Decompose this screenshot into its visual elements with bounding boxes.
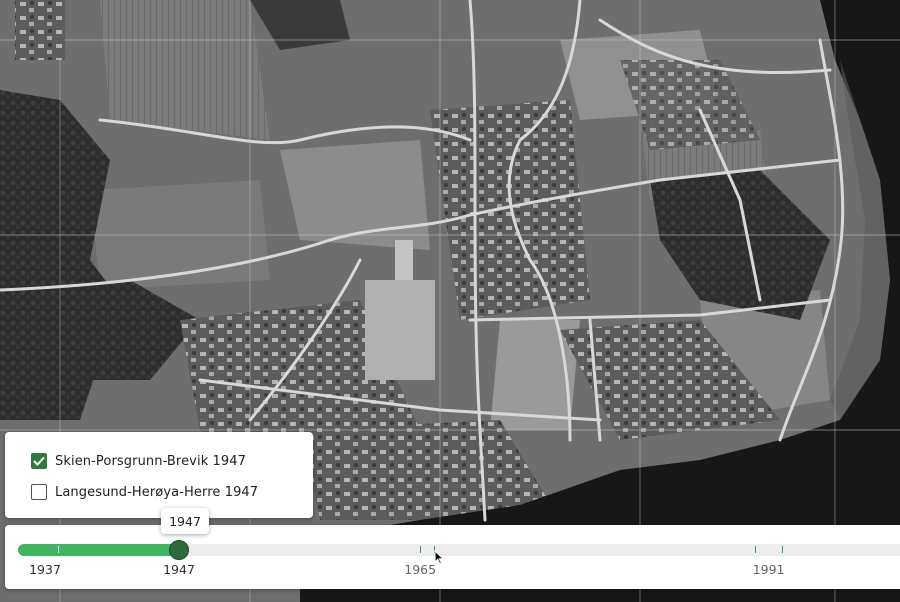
mouse-cursor-icon [434, 550, 444, 565]
year-label: 1991 [752, 562, 785, 577]
layer-toggle-langesund-heroya-herre[interactable]: Langesund-Herøya-Herre 1947 [31, 482, 258, 502]
timeline-tick [58, 546, 60, 553]
layer-label: Langesund-Herøya-Herre 1947 [55, 484, 259, 500]
timeline-tick [420, 546, 422, 553]
year-label-selected: 1947 [163, 562, 195, 577]
year-label: 1937 [29, 562, 61, 577]
timeline-track[interactable] [18, 544, 900, 556]
checkmark-icon [33, 456, 45, 466]
year-tooltip: 1947 [161, 508, 209, 534]
checkbox-unchecked-icon[interactable] [31, 484, 47, 500]
layer-label: Skien-Porsgrunn-Brevik 1947 [55, 453, 247, 469]
checkbox-checked-icon[interactable] [31, 453, 47, 469]
timeline-tick [782, 546, 783, 553]
layer-panel: Skien-Porsgrunn-Brevik 1947 Langesund-He… [5, 432, 313, 518]
timeline-fill [18, 544, 179, 556]
timeline-tick [755, 546, 757, 553]
layer-toggle-skien-porsgrunn-brevik[interactable]: Skien-Porsgrunn-Brevik 1947 [31, 451, 246, 471]
timeline-panel: 1937 1947 1965 1991 [5, 525, 900, 589]
year-label: 1965 [404, 562, 437, 577]
timeline-thumb[interactable] [169, 540, 189, 560]
